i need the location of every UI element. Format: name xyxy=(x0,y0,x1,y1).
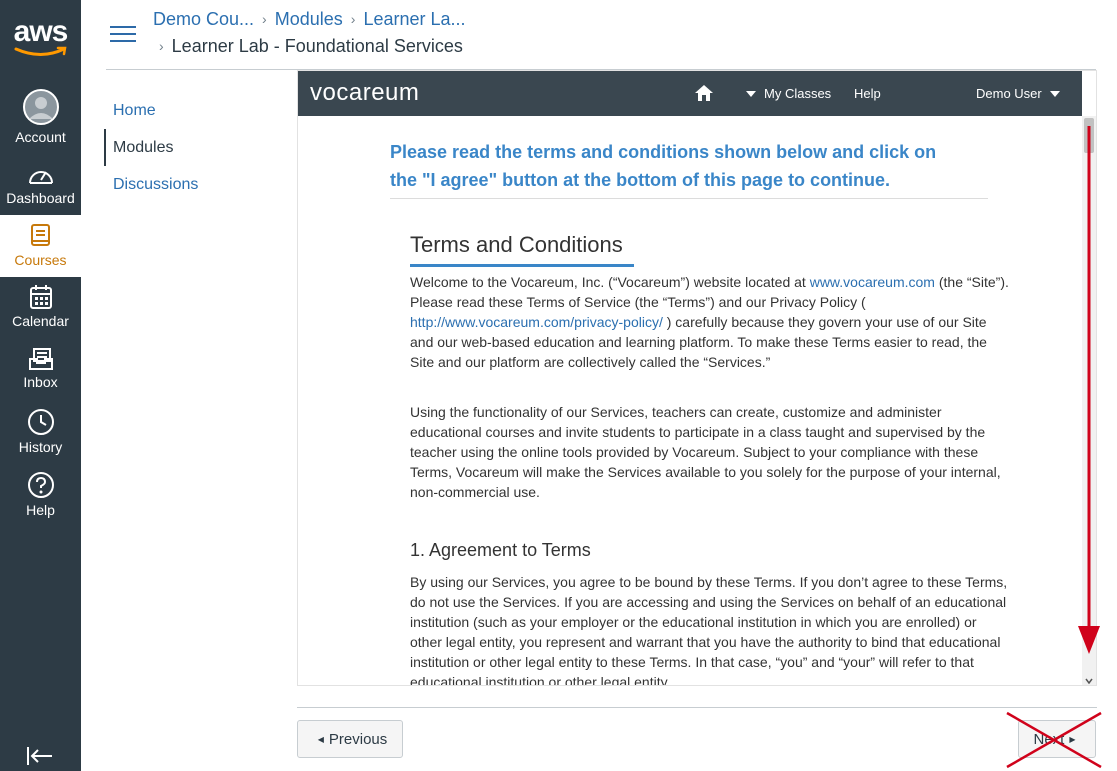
nav-account[interactable]: Account xyxy=(0,88,81,148)
caret-down-icon xyxy=(1049,90,1060,97)
help-icon xyxy=(27,472,54,498)
terms-content: Please read the terms and conditions sho… xyxy=(298,116,1082,686)
previous-button[interactable]: ◀ Previous xyxy=(297,720,403,758)
vocareum-help-link[interactable]: Help xyxy=(854,86,881,101)
nav-inbox[interactable]: Inbox xyxy=(0,347,81,397)
dashboard-icon xyxy=(28,171,53,184)
course-nav: Home Modules Discussions xyxy=(104,92,284,203)
nav-calendar-label: Calendar xyxy=(12,313,69,329)
section-1-text: By using our Services, you agree to be b… xyxy=(410,574,1008,686)
nav-courses-label: Courses xyxy=(14,252,67,268)
my-classes-label: My Classes xyxy=(764,86,832,101)
courses-icon xyxy=(30,224,50,246)
breadcrumb-current: Learner Lab - Foundational Services xyxy=(171,36,463,56)
terms-paragraph-2: Using the functionality of our Services,… xyxy=(410,404,1001,500)
nav-dashboard-label: Dashboard xyxy=(6,190,75,206)
nav-inbox-label: Inbox xyxy=(23,374,58,390)
section-1-title: 1. Agreement to Terms xyxy=(410,540,591,560)
breadcrumb-separator-icon: › xyxy=(262,11,267,27)
history-icon xyxy=(27,409,54,435)
aws-logo-text: aws xyxy=(13,15,69,48)
terms-notice: Please read the terms and conditions sho… xyxy=(390,142,937,190)
calendar-icon xyxy=(29,285,52,309)
vocareum-frame: vocareum My Classes Help Demo User Pleas… xyxy=(297,70,1097,686)
collapse-nav-icon[interactable] xyxy=(26,745,54,767)
nav-courses[interactable]: Courses xyxy=(0,215,81,277)
next-label: Next xyxy=(1033,730,1065,748)
nav-help[interactable]: Help xyxy=(0,471,81,523)
notice-divider xyxy=(390,198,988,199)
home-icon[interactable] xyxy=(694,84,714,102)
footer-divider xyxy=(297,707,1097,708)
next-arrow-icon: ▶ xyxy=(1069,734,1076,744)
caret-down-icon xyxy=(746,90,756,97)
previous-arrow-icon: ◀ xyxy=(317,734,324,744)
user-menu[interactable]: Demo User xyxy=(976,86,1060,101)
scrollbar-thumb[interactable] xyxy=(1084,118,1094,153)
aws-logo[interactable]: aws xyxy=(0,0,81,76)
course-nav-home[interactable]: Home xyxy=(104,92,284,129)
my-classes-menu[interactable]: My Classes xyxy=(746,86,831,101)
scroll-down-icon[interactable] xyxy=(1085,678,1093,684)
breadcrumb: Demo Cou... › Modules › Learner La... › … xyxy=(153,8,466,57)
previous-label: Previous xyxy=(328,730,388,748)
nav-calendar[interactable]: Calendar xyxy=(0,284,81,334)
breadcrumb-modules[interactable]: Modules xyxy=(275,8,343,30)
course-nav-discussions[interactable]: Discussions xyxy=(104,166,284,203)
nav-history[interactable]: History xyxy=(0,408,81,460)
nav-help-label: Help xyxy=(26,502,55,518)
vocareum-topbar: vocareum My Classes Help Demo User xyxy=(298,71,1082,116)
nav-account-label: Account xyxy=(15,129,66,145)
user-name: Demo User xyxy=(976,86,1042,101)
terms-title-underline xyxy=(410,264,634,267)
breadcrumb-separator-icon: › xyxy=(159,38,164,54)
course-menu-button[interactable] xyxy=(110,26,136,44)
intro-text-1: Welcome to the Vocareum, Inc. (“Vocareum… xyxy=(410,274,810,290)
aws-smile-icon xyxy=(14,46,66,56)
privacy-policy-link[interactable]: http://www.vocareum.com/privacy-policy/ xyxy=(410,314,663,330)
next-button[interactable]: Next ▶ xyxy=(1018,720,1096,758)
course-nav-modules[interactable]: Modules xyxy=(104,129,284,166)
terms-title: Terms and Conditions xyxy=(410,232,623,257)
terms-intro-paragraph: Welcome to the Vocareum, Inc. (“Vocareum… xyxy=(410,272,1012,372)
breadcrumb-separator-icon: › xyxy=(350,11,356,27)
vocareum-logo[interactable]: vocareum xyxy=(310,79,419,107)
vocareum-site-link[interactable]: www.vocareum.com xyxy=(810,274,935,290)
terms-scrollbar[interactable] xyxy=(1082,116,1096,685)
breadcrumb-course[interactable]: Demo Cou... xyxy=(153,8,254,30)
breadcrumb-learner-lab[interactable]: Learner La... xyxy=(363,8,465,30)
global-nav: aws Account Dashboard Courses Calendar I… xyxy=(0,0,81,771)
account-icon xyxy=(22,89,59,125)
nav-history-label: History xyxy=(18,439,63,455)
inbox-icon xyxy=(28,348,53,370)
nav-dashboard[interactable]: Dashboard xyxy=(0,163,81,213)
